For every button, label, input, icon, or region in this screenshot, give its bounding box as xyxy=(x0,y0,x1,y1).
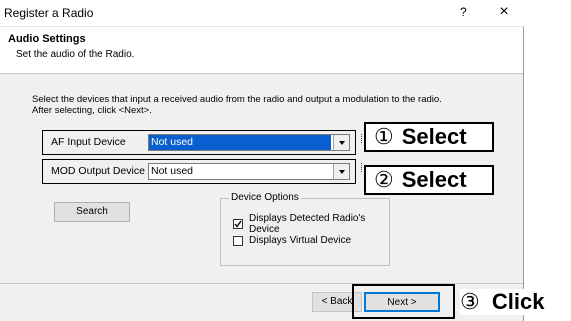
callout-number-1: ① xyxy=(374,124,394,149)
search-button[interactable]: Search xyxy=(54,202,130,222)
help-button[interactable]: ? xyxy=(460,5,467,19)
scroll-tick-1 xyxy=(357,134,362,143)
callout-click-3: ③ Click xyxy=(460,289,545,315)
af-input-row: AF Input Device Not used xyxy=(42,130,356,155)
chevron-down-icon xyxy=(338,140,345,145)
instruction-line-1: Select the devices that input a received… xyxy=(32,94,442,105)
page-title: Audio Settings xyxy=(8,33,86,45)
callout-number-3: ③ xyxy=(460,289,480,314)
chevron-down-icon xyxy=(338,169,345,174)
af-input-value: Not used xyxy=(149,135,331,150)
title-bar: Register a Radio ? × xyxy=(0,0,524,27)
callout-text-3: Click xyxy=(491,289,545,314)
detected-device-option[interactable]: Displays Detected Radio's Device xyxy=(233,213,389,235)
window-title: Register a Radio xyxy=(4,6,94,20)
virtual-device-label: Displays Virtual Device xyxy=(249,235,352,246)
callout-text-2: Select xyxy=(401,167,467,192)
register-radio-dialog: Register a Radio ? × Audio Settings Set … xyxy=(0,0,524,321)
device-options-title: Device Options xyxy=(229,192,301,203)
page-subtitle: Set the audio of the Radio. xyxy=(16,49,135,60)
instruction-line-2: After selecting, click <Next>. xyxy=(32,105,152,116)
wizard-header: Audio Settings Set the audio of the Radi… xyxy=(0,27,523,74)
af-input-label: AF Input Device xyxy=(51,136,126,148)
device-options-group: Device Options Displays Detected Radio's… xyxy=(220,192,390,266)
detected-device-label: Displays Detected Radio's Device xyxy=(249,213,366,235)
scroll-tick-2 xyxy=(357,163,362,172)
next-button[interactable]: Next > xyxy=(364,292,440,312)
virtual-device-checkbox[interactable] xyxy=(233,235,243,246)
page: Register a Radio ? × Audio Settings Set … xyxy=(0,0,571,321)
mod-output-value: Not used xyxy=(151,165,194,177)
virtual-device-option[interactable]: Displays Virtual Device xyxy=(233,235,351,246)
af-input-dropdown-button[interactable] xyxy=(333,135,349,150)
mod-output-select[interactable]: Not used xyxy=(148,163,350,180)
annotation-margin xyxy=(524,0,571,321)
callout-number-2: ② xyxy=(374,167,394,192)
mod-output-label: MOD Output Device xyxy=(51,165,145,177)
callout-select-1: ① Select xyxy=(364,122,494,152)
mod-output-row: MOD Output Device Not used xyxy=(42,159,356,184)
mod-output-dropdown-button[interactable] xyxy=(333,164,349,179)
callout-text-1: Select xyxy=(401,124,467,149)
instructions: Select the devices that input a received… xyxy=(32,94,502,116)
check-icon xyxy=(234,220,242,228)
callout-select-2: ② Select xyxy=(364,165,494,195)
close-button[interactable]: × xyxy=(493,2,515,22)
detected-device-checkbox[interactable] xyxy=(233,219,243,229)
af-input-select[interactable]: Not used xyxy=(148,134,350,151)
